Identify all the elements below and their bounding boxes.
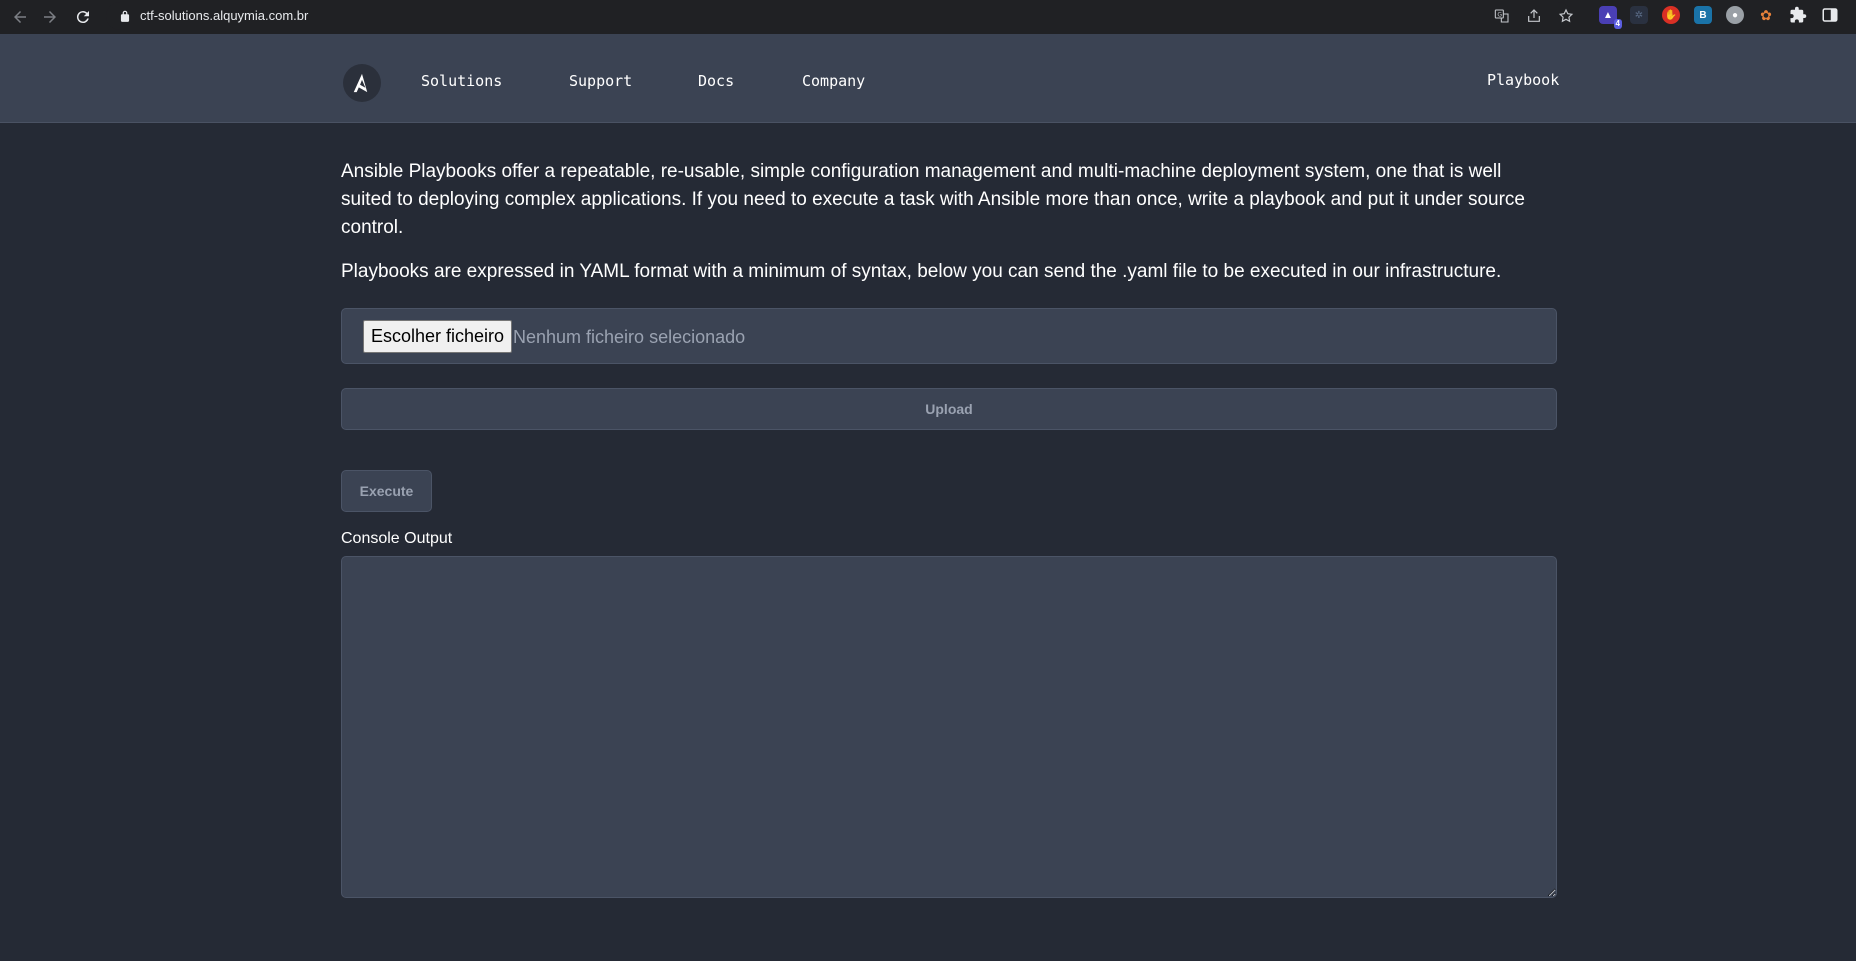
arrow-right-icon xyxy=(44,11,56,23)
svg-text:G: G xyxy=(1497,12,1502,19)
nav-playbook[interactable]: Playbook xyxy=(1487,71,1559,89)
back-button[interactable] xyxy=(8,5,32,29)
extension-badge: 4 xyxy=(1613,19,1622,29)
url-text[interactable]: ctf-solutions.alquymia.com.br xyxy=(140,8,308,23)
puzzle-icon[interactable] xyxy=(1789,6,1807,24)
console-output-label: Console Output xyxy=(341,530,453,547)
ansible-a-icon xyxy=(353,73,368,93)
intro-paragraph: Ansible Playbooks offer a repeatable, re… xyxy=(341,161,1525,238)
upload-button[interactable]: Upload xyxy=(341,388,1557,430)
forward-button[interactable] xyxy=(38,5,62,29)
share-icon[interactable] xyxy=(1526,8,1542,24)
lock-icon xyxy=(120,10,130,22)
file-status-text: Nenhum ficheiro selecionado xyxy=(513,327,746,347)
nav-support[interactable]: Support xyxy=(569,72,632,90)
nav-company[interactable]: Company xyxy=(802,72,865,90)
site-header: Solutions Support Docs Company Playbook xyxy=(0,34,1856,123)
choose-file-button[interactable]: Escolher ficheiro xyxy=(363,320,513,353)
extension-2-icon[interactable]: ✲ xyxy=(1630,6,1648,24)
nav-docs[interactable]: Docs xyxy=(698,72,734,90)
reload-icon xyxy=(76,11,89,24)
address-bar[interactable]: ctf-solutions.alquymia.com.br G xyxy=(106,2,1574,30)
extension-3-icon[interactable]: ✋ xyxy=(1662,6,1680,24)
browser-toolbar: ctf-solutions.alquymia.com.br G ▲ 4 ✲ ✋ B… xyxy=(0,0,1856,34)
side-panel-icon[interactable] xyxy=(1821,6,1839,24)
extension-5-icon[interactable]: ● xyxy=(1726,6,1744,24)
bookmark-star-icon[interactable] xyxy=(1558,8,1574,24)
file-input[interactable]: Escolher ficheiro Nenhum ficheiro seleci… xyxy=(341,308,1557,364)
translate-icon[interactable]: G xyxy=(1494,8,1510,24)
console-output-textarea[interactable] xyxy=(341,556,1557,898)
cookie-icon[interactable]: ✿ xyxy=(1757,6,1775,24)
extension-4-icon[interactable]: B xyxy=(1694,6,1712,24)
arrow-left-icon xyxy=(14,11,26,23)
yaml-paragraph: Playbooks are expressed in YAML format w… xyxy=(341,261,1502,282)
extension-1-icon[interactable]: ▲ 4 xyxy=(1599,6,1622,29)
ansible-logo[interactable] xyxy=(343,64,381,102)
execute-button[interactable]: Execute xyxy=(341,470,432,512)
reload-button[interactable] xyxy=(71,5,95,29)
nav-solutions[interactable]: Solutions xyxy=(421,72,502,90)
main-content: Ansible Playbooks offer a repeatable, re… xyxy=(341,123,1557,898)
